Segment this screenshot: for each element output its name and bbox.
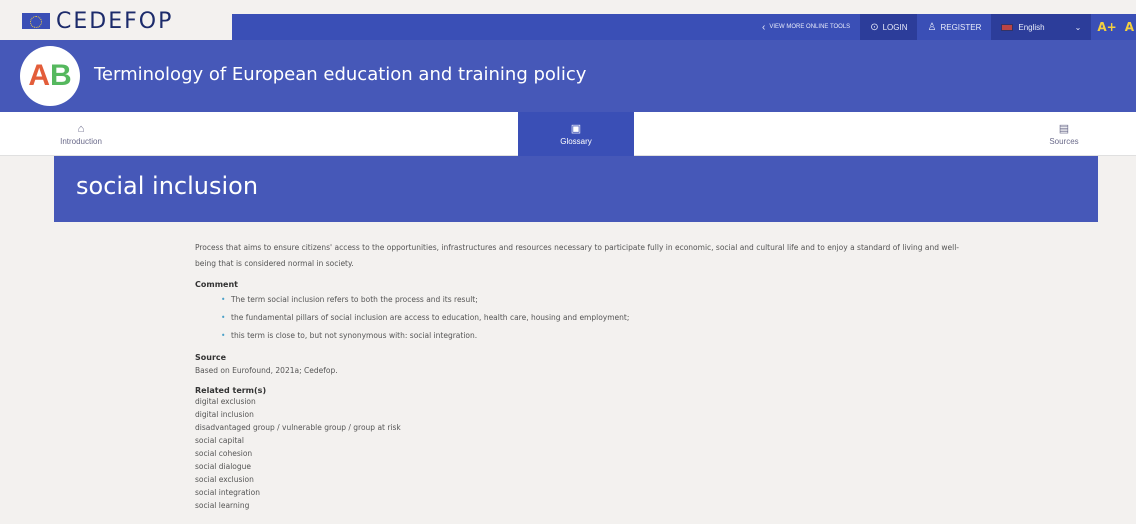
related-heading: Related term(s)	[195, 386, 267, 395]
view-tools-label: VIEW MORE ONLINE TOOLS	[769, 24, 851, 30]
related-term-link[interactable]: digital inclusion	[195, 408, 995, 421]
nav-sources[interactable]: ▤ Sources	[1040, 112, 1088, 156]
login-label: LOGIN	[882, 22, 908, 32]
nav-introduction-label: Introduction	[60, 136, 102, 146]
login-icon: ⊙	[870, 21, 879, 33]
term-content: Process that aims to ensure citizens' ac…	[195, 240, 995, 512]
source-heading: Source	[195, 353, 227, 362]
related-term-link[interactable]: social capital	[195, 434, 995, 447]
related-term-link[interactable]: social exclusion	[195, 473, 995, 486]
comment-item: this term is close to, but not synonymou…	[221, 327, 995, 345]
comment-item: The term social inclusion refers to both…	[221, 291, 995, 309]
ab-logo[interactable]: AB	[20, 46, 80, 106]
nav-glossary[interactable]: ▣ Glossary	[518, 112, 634, 156]
related-term-link[interactable]: digital exclusion	[195, 395, 995, 408]
ab-logo-a: A	[28, 59, 50, 92]
related-term-link[interactable]: disadvantaged group / vulnerable group /…	[195, 421, 995, 434]
site-header: AB Terminology of European education and…	[0, 40, 1136, 112]
login-link[interactable]: ⊙ LOGIN	[860, 14, 918, 40]
font-size-button[interactable]: A	[1123, 20, 1136, 34]
source-text: Based on Eurofound, 2021a; Cedefop.	[195, 366, 338, 375]
ab-logo-b: B	[50, 59, 72, 92]
main-nav: ⌂ Introduction ▣ Glossary ▤ Sources	[0, 112, 1136, 156]
related-terms-list: digital exclusion digital inclusion disa…	[195, 395, 995, 512]
language-label: English	[1018, 22, 1045, 32]
user-icon: ♙	[927, 21, 937, 33]
related-term-link[interactable]: social integration	[195, 486, 995, 499]
term-banner: social inclusion	[54, 156, 1098, 222]
chevron-left-icon: ‹	[762, 21, 766, 33]
related-term-link[interactable]: social learning	[195, 499, 995, 512]
books-icon: ▤	[1058, 123, 1070, 135]
nav-introduction[interactable]: ⌂ Introduction	[54, 112, 108, 156]
site-title[interactable]: Terminology of European education and tr…	[94, 64, 586, 85]
glossary-icon: ▣	[570, 123, 582, 135]
top-links: ‹ VIEW MORE ONLINE TOOLS ⊙ LOGIN ♙ REGIS…	[752, 14, 1136, 40]
related-term-link[interactable]: social dialogue	[195, 460, 995, 473]
home-icon: ⌂	[77, 122, 85, 135]
term-title: social inclusion	[76, 172, 259, 200]
comment-item: the fundamental pillars of social inclus…	[221, 309, 995, 327]
logo-text: CEDEFOP	[56, 8, 174, 34]
comment-heading: Comment	[195, 280, 238, 289]
comment-list: The term social inclusion refers to both…	[195, 291, 995, 345]
eu-flag-icon	[22, 13, 50, 29]
register-label: REGISTER	[940, 22, 982, 32]
top-bar: CEDEFOP ‹ VIEW MORE ONLINE TOOLS ⊙ LOGIN…	[0, 0, 1136, 40]
related-term-link[interactable]: social cohesion	[195, 447, 995, 460]
term-definition: Process that aims to ensure citizens' ac…	[195, 243, 960, 268]
ab-logo-text: AB	[28, 59, 71, 93]
nav-glossary-label: Glossary	[560, 137, 592, 146]
font-increase-button[interactable]: A+	[1091, 20, 1122, 34]
cedefop-logo[interactable]: CEDEFOP	[22, 8, 173, 34]
register-link[interactable]: ♙ REGISTER	[917, 14, 991, 40]
chevron-down-icon: ⌄	[1074, 22, 1082, 32]
nav-sources-label: Sources	[1049, 137, 1079, 146]
uk-flag-icon	[1001, 23, 1014, 31]
language-select[interactable]: English ⌄	[991, 14, 1092, 40]
view-tools-link[interactable]: ‹ VIEW MORE ONLINE TOOLS	[752, 14, 860, 40]
